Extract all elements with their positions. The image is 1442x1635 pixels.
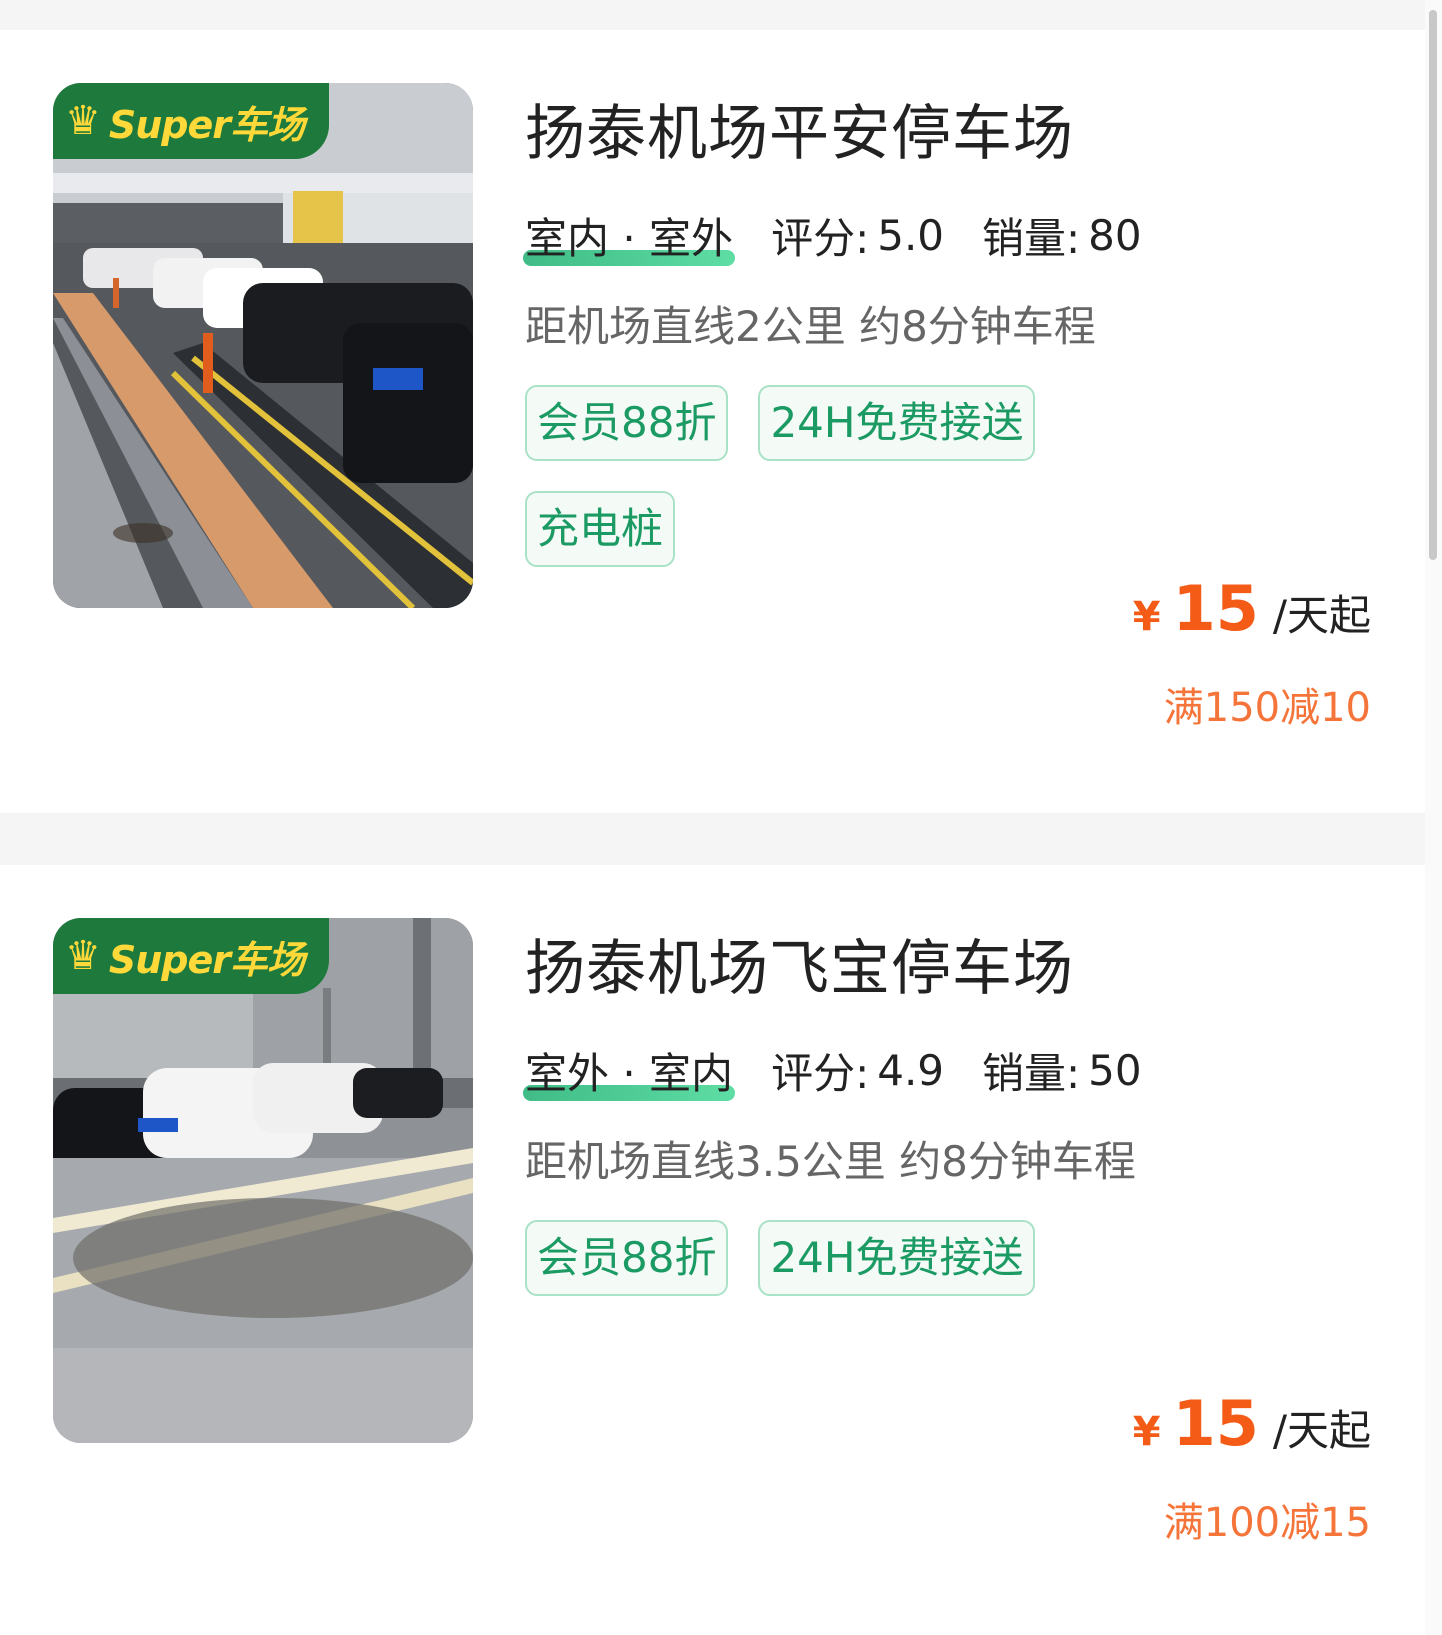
promo-text: 满100减15 bbox=[1163, 1500, 1371, 1546]
distance-info: 距机场直线2公里 约8分钟车程 bbox=[525, 302, 1096, 351]
tag-charging: 充电桩 bbox=[525, 491, 676, 567]
parking-lot-photo[interactable]: ♛ Super车场 bbox=[53, 918, 473, 1443]
distance-info: 距机场直线3.5公里 约8分钟车程 bbox=[525, 1137, 1136, 1186]
badge-label: Super车场 bbox=[108, 937, 305, 982]
promo-text: 满150减10 bbox=[1163, 685, 1371, 731]
parking-lot-name[interactable]: 扬泰机场平安停车场 bbox=[525, 85, 1074, 172]
sales-label: 销量: bbox=[982, 1049, 1081, 1098]
parking-lot-image bbox=[53, 918, 473, 1443]
scrollbar-thumb[interactable] bbox=[1429, 10, 1437, 560]
tag-free-shuttle: 24H免费接送 bbox=[758, 385, 1036, 461]
tag-member-discount: 会员88折 bbox=[525, 1220, 729, 1296]
parking-type-text: 室外 · 室内 bbox=[525, 1049, 734, 1098]
parking-garage-image bbox=[53, 83, 473, 608]
price: ¥ 15 /天起 bbox=[1133, 572, 1371, 645]
super-parking-badge: ♛ Super车场 bbox=[53, 83, 329, 159]
sales-value: 50 bbox=[1088, 1046, 1142, 1095]
parking-lot-card[interactable]: ♛ Super车场 扬泰机场平安停车场 室内 · 室外 评分: 5.0 销量: … bbox=[0, 30, 1425, 813]
tag-free-shuttle: 24H免费接送 bbox=[758, 1220, 1036, 1296]
rating-value: 4.9 bbox=[877, 1046, 945, 1095]
crown-icon: ♛ bbox=[65, 98, 101, 144]
price-unit: /天起 bbox=[1272, 1406, 1371, 1455]
parking-lot-meta: 室外 · 室内 评分: 4.9 销量: 50 bbox=[523, 1040, 1142, 1101]
tag-member-discount: 会员88折 bbox=[525, 385, 729, 461]
parking-lot-meta: 室内 · 室外 评分: 5.0 销量: 80 bbox=[523, 205, 1142, 266]
sales-label: 销量: bbox=[982, 214, 1081, 263]
scrollbar[interactable] bbox=[1425, 0, 1442, 1635]
currency-symbol: ¥ bbox=[1132, 594, 1161, 640]
price: ¥ 15 /天起 bbox=[1133, 1387, 1371, 1460]
price-unit: /天起 bbox=[1272, 591, 1371, 640]
parking-lot-name[interactable]: 扬泰机场飞宝停车场 bbox=[525, 920, 1074, 1007]
parking-type: 室内 · 室外 bbox=[523, 205, 736, 266]
parking-type-text: 室内 · 室外 bbox=[525, 214, 734, 263]
sales-value: 80 bbox=[1088, 211, 1142, 260]
badge-label: Super车场 bbox=[108, 102, 305, 147]
super-parking-badge: ♛ Super车场 bbox=[53, 918, 329, 994]
feature-tags: 会员88折 24H免费接送 bbox=[525, 1220, 1225, 1326]
price-value: 15 bbox=[1172, 1387, 1259, 1460]
parking-type: 室外 · 室内 bbox=[523, 1040, 736, 1101]
parking-lot-photo[interactable]: ♛ Super车场 bbox=[53, 83, 473, 608]
parking-lot-card[interactable]: ♛ Super车场 扬泰机场飞宝停车场 室外 · 室内 评分: 4.9 销量: … bbox=[0, 865, 1425, 1635]
rating-label: 评分: bbox=[771, 214, 870, 263]
crown-icon: ♛ bbox=[65, 933, 101, 979]
rating-value: 5.0 bbox=[877, 211, 945, 260]
top-spacer bbox=[0, 0, 1425, 30]
price-value: 15 bbox=[1172, 572, 1259, 645]
rating-label: 评分: bbox=[771, 1049, 870, 1098]
feature-tags: 会员88折 24H免费接送 充电桩 bbox=[525, 385, 1225, 597]
currency-symbol: ¥ bbox=[1132, 1409, 1161, 1455]
